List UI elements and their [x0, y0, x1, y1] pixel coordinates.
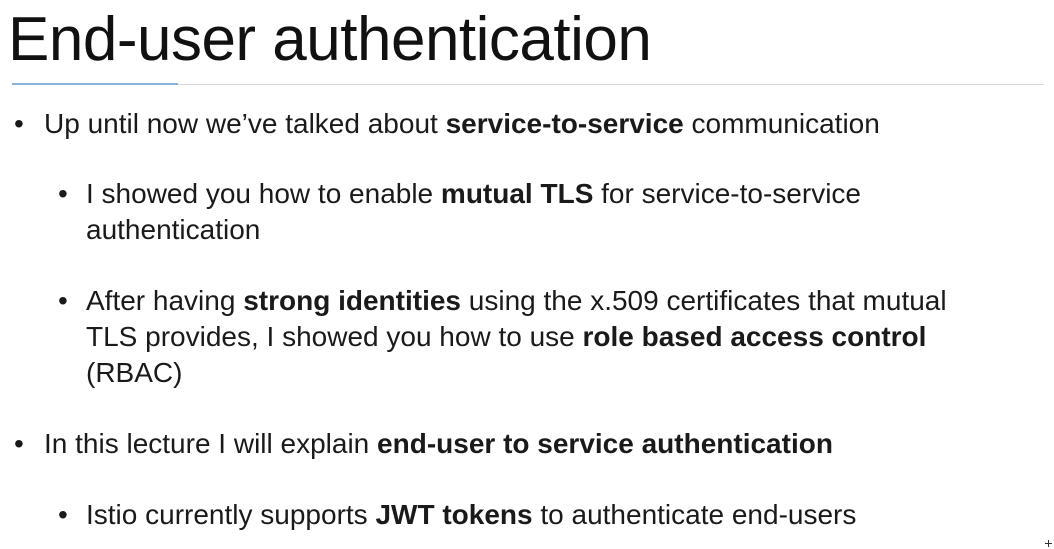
bullet-text-line: Up until now we’ve talked about service-…: [44, 106, 880, 142]
text-segment: communication: [683, 108, 880, 139]
bullet-text-line: (RBAC): [86, 355, 182, 391]
bullet-text-line: TLS provides, I showed you how to use ro…: [86, 319, 926, 355]
bullet-text-line: Istio currently supports JWT tokens to a…: [86, 497, 856, 533]
bullet-marker: •: [58, 178, 68, 209]
bullet-text-line: In this lecture I will explain end-user …: [44, 426, 833, 462]
text-segment: In this lecture I will explain: [44, 428, 378, 459]
slide-title: End-user authentication: [8, 5, 652, 74]
bold-term: mutual TLS: [440, 178, 594, 209]
bullet-marker: •: [58, 499, 68, 530]
text-segment: Up until now we’ve talked about: [44, 108, 446, 139]
bullet-marker: •: [58, 285, 68, 316]
title-divider-accent: [12, 83, 178, 85]
text-segment: for service-to-service: [593, 178, 861, 209]
bullet-marker: •: [14, 108, 24, 139]
text-segment: authentication: [86, 214, 261, 245]
text-segment: to authenticate end-users: [532, 499, 857, 530]
text-segment: TLS provides, I showed you how to use: [86, 321, 583, 352]
bold-term: strong identities: [243, 285, 461, 316]
crosshair-icon: [1045, 540, 1052, 547]
text-segment: After having: [86, 285, 244, 316]
bold-term: JWT tokens: [375, 499, 533, 530]
bullet-text-line: After having strong identities using the…: [86, 283, 947, 319]
text-segment: (RBAC): [86, 357, 183, 388]
text-segment: I showed you how to enable: [86, 178, 441, 209]
text-segment: Istio currently supports: [86, 499, 376, 530]
bold-term: end-user to service authentication: [377, 428, 833, 459]
text-segment: using the x.509 certificates that mutual: [461, 285, 947, 316]
bold-term: service-to-service: [445, 108, 684, 139]
bullet-marker: •: [14, 428, 24, 459]
bullet-text-line: I showed you how to enable mutual TLS fo…: [86, 176, 861, 212]
bullet-text-line: authentication: [86, 212, 260, 248]
bold-term: role based access control: [582, 321, 927, 352]
